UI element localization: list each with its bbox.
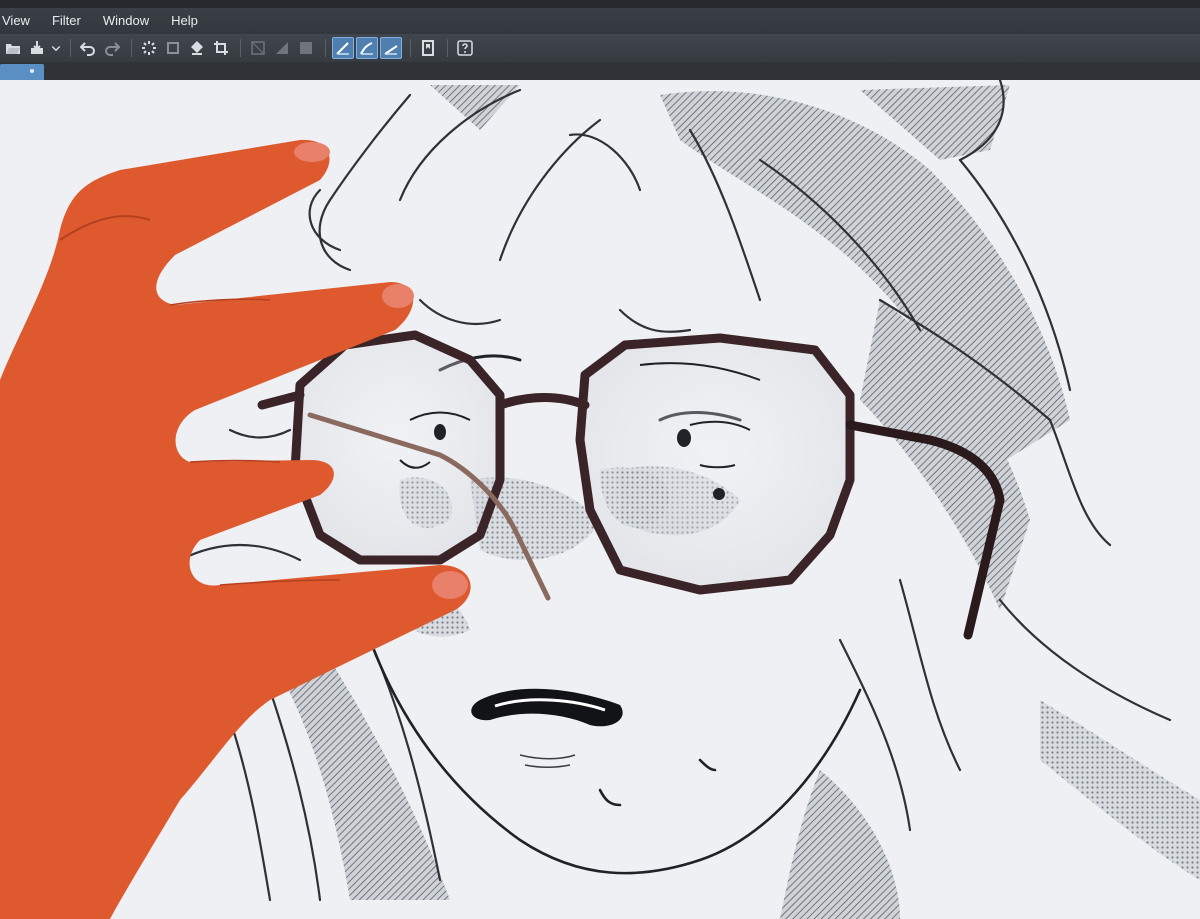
selection-mask-icon[interactable] xyxy=(247,37,269,59)
menu-view[interactable]: View xyxy=(0,8,41,34)
toolbar-divider xyxy=(131,39,132,57)
unsaved-indicator-icon xyxy=(30,69,34,73)
menu-bar: View Filter Window Help xyxy=(0,8,1200,34)
toolbar-divider xyxy=(447,39,448,57)
toolbar-divider xyxy=(325,39,326,57)
clear-icon[interactable] xyxy=(162,37,184,59)
toolbar-divider xyxy=(70,39,71,57)
gradient-icon[interactable] xyxy=(271,37,293,59)
menu-window[interactable]: Window xyxy=(92,8,160,34)
frame-icon[interactable] xyxy=(295,37,317,59)
save-icon[interactable] xyxy=(26,37,48,59)
open-icon[interactable] xyxy=(2,37,24,59)
fill-icon[interactable] xyxy=(186,37,208,59)
grid-snap-icon[interactable] xyxy=(380,37,402,59)
menu-filter[interactable]: Filter xyxy=(41,8,92,34)
menu-help[interactable]: Help xyxy=(160,8,209,34)
drawing-canvas[interactable] xyxy=(0,80,1200,919)
face-outline xyxy=(368,638,862,875)
loading-icon[interactable] xyxy=(138,37,160,59)
window-title-bar xyxy=(420,0,720,8)
toolbar-divider xyxy=(240,39,241,57)
help-icon[interactable] xyxy=(454,37,476,59)
special-ruler-snap-icon[interactable] xyxy=(356,37,378,59)
document-tab-strip xyxy=(0,62,1200,80)
ruler-snap-icon[interactable] xyxy=(332,37,354,59)
undo-icon[interactable] xyxy=(77,37,99,59)
dropdown-arrow-icon[interactable] xyxy=(50,37,62,59)
document-tab[interactable] xyxy=(0,64,44,80)
monitor-screen: View Filter Window Help xyxy=(0,0,1200,919)
command-bar xyxy=(0,34,1200,62)
mouth xyxy=(471,688,623,769)
toolbar-divider xyxy=(410,39,411,57)
bookmark-icon[interactable] xyxy=(417,37,439,59)
manga-illustration xyxy=(0,80,1200,919)
crop-icon[interactable] xyxy=(210,37,232,59)
redo-icon[interactable] xyxy=(101,37,123,59)
